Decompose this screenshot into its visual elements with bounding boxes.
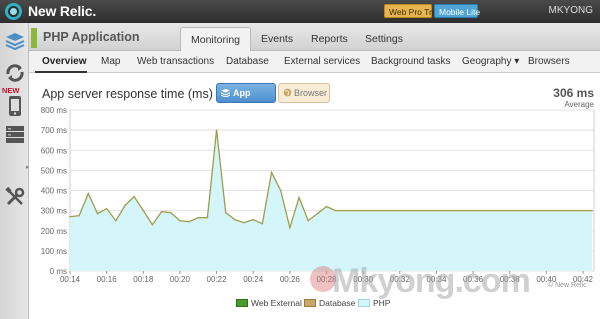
data-point [224, 211, 227, 214]
data-point [545, 209, 548, 212]
data-point [380, 209, 383, 212]
legend-swatch [358, 299, 370, 307]
data-point [344, 209, 346, 212]
x-tick-label: 00:26 [280, 275, 301, 284]
data-point [536, 209, 539, 212]
data-point [527, 209, 529, 212]
data-point [490, 209, 493, 212]
data-point [115, 219, 117, 222]
data-point [87, 192, 90, 195]
y-tick-label: 200 ms [41, 227, 67, 236]
x-tick-label: 00:24 [243, 275, 264, 284]
legend-item-web-external[interactable]: Web External [236, 298, 302, 308]
data-point [261, 222, 264, 225]
watermark: Mkyong.com [332, 262, 531, 300]
data-point [169, 211, 172, 214]
data-point [472, 209, 474, 212]
data-point [325, 205, 328, 208]
data-point [591, 209, 593, 212]
chart-copyright: © New Relic [548, 282, 587, 289]
data-point [307, 219, 309, 222]
data-point [463, 209, 465, 212]
data-point [188, 220, 190, 223]
data-point [69, 215, 71, 218]
legend-swatch [304, 299, 316, 307]
data-point [518, 209, 520, 212]
data-point [573, 209, 575, 212]
data-point [444, 209, 447, 212]
y-tick-label: 600 ms [41, 146, 67, 155]
legend-label: PHP [373, 298, 391, 308]
data-point [417, 209, 419, 212]
data-point [105, 207, 108, 210]
data-point [389, 209, 392, 212]
x-tick-label: 00:18 [133, 275, 154, 284]
legend-item-database[interactable]: Database [304, 298, 355, 308]
data-point [408, 209, 410, 212]
data-point [582, 209, 584, 212]
data-point [179, 219, 181, 222]
data-point [508, 209, 511, 212]
data-point [133, 195, 135, 198]
legend-label: Web External [251, 298, 302, 308]
legend-swatch [236, 299, 248, 307]
data-point [206, 216, 209, 219]
legend-item-php[interactable]: PHP [358, 298, 390, 308]
data-point [298, 196, 300, 199]
data-point [554, 209, 557, 212]
data-point [78, 214, 80, 217]
y-tick-label: 500 ms [41, 166, 67, 175]
y-tick-label: 700 ms [41, 126, 67, 135]
data-point [453, 209, 456, 212]
data-point [316, 212, 319, 215]
data-point [270, 171, 273, 174]
data-point [398, 209, 401, 212]
data-point [234, 218, 236, 221]
x-tick-label: 00:16 [97, 275, 118, 284]
data-point [334, 209, 337, 212]
data-point [371, 209, 374, 212]
data-point [499, 209, 502, 212]
data-point [252, 218, 255, 221]
y-tick-label: 400 ms [41, 187, 67, 196]
data-point [243, 221, 245, 224]
data-point [160, 210, 163, 213]
data-point [151, 223, 154, 226]
data-point [197, 216, 200, 219]
x-tick-label: 00:20 [170, 275, 191, 284]
y-tick-label: 800 ms [41, 106, 67, 115]
data-point [353, 209, 355, 212]
data-point [481, 209, 484, 212]
y-tick-label: 100 ms [41, 247, 67, 256]
data-point [362, 209, 364, 212]
x-tick-label: 00:22 [207, 275, 228, 284]
data-point [142, 209, 145, 212]
data-point [435, 209, 438, 212]
y-tick-label: 300 ms [41, 207, 67, 216]
data-point [289, 226, 291, 229]
legend-label: Database [319, 298, 356, 308]
data-point [215, 129, 218, 131]
data-point [426, 209, 429, 212]
data-point [124, 204, 126, 207]
x-tick-label: 00:14 [60, 275, 81, 284]
data-point [96, 212, 99, 215]
data-point [563, 209, 566, 212]
data-point [279, 189, 282, 192]
